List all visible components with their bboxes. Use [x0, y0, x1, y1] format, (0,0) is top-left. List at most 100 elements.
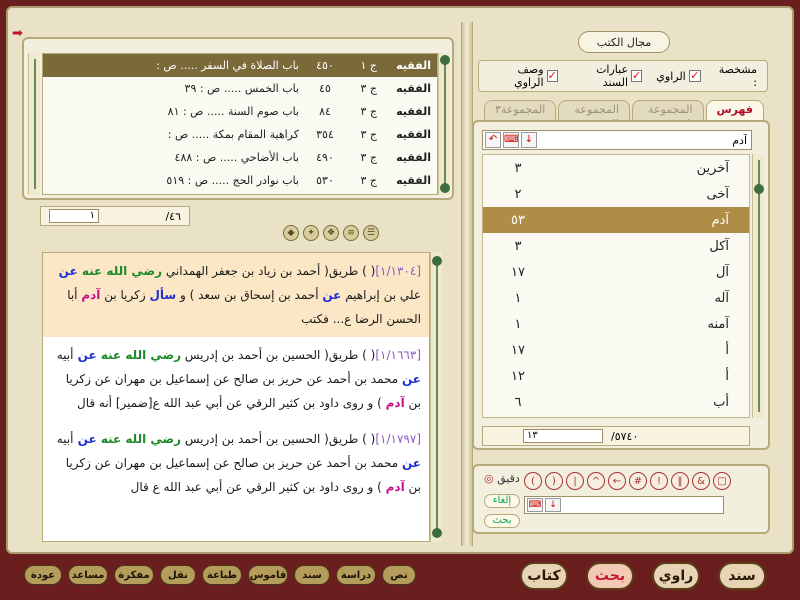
hadith-item[interactable]: [١/١٦٦٣]( ) طريق( الحسين بن أحمد بن إدري…	[43, 337, 429, 421]
transfer-button[interactable]: نقل	[160, 565, 196, 585]
list-item[interactable]: ٦ أب	[483, 389, 749, 415]
print-button[interactable]: طباعة	[202, 565, 242, 585]
list-item[interactable]: ٥٣ آدم	[483, 207, 749, 233]
operator-paren-close-icon[interactable]: )	[545, 472, 563, 490]
undo-icon[interactable]: ↶	[485, 132, 501, 148]
arrow-down-icon[interactable]: ↓	[521, 132, 537, 148]
operator-left-icon[interactable]: ←	[608, 472, 626, 490]
hadith-match[interactable]: آدم	[386, 480, 405, 494]
filter-chain-phrases[interactable]: ✓ عبارات السند	[572, 63, 643, 89]
filter-narrator-description[interactable]: ✓ وصف الراوي	[489, 63, 558, 89]
tab-index[interactable]: فهرس	[705, 100, 764, 122]
list-item[interactable]: ١ آله	[483, 285, 749, 311]
filter-label: مشخصة :	[718, 63, 758, 89]
checkbox-icon[interactable]: ✓	[546, 70, 558, 82]
cancel-button[interactable]: إلغاء	[484, 494, 520, 508]
hadith-ref[interactable]: [١/١٦٦٣]	[375, 348, 421, 362]
index-row[interactable]: الفقيه ج ٣ ٥٣٠ باب نوادر الحج ..... ص : …	[43, 169, 437, 192]
scroll-knob[interactable]	[754, 184, 764, 194]
operator-amp-icon[interactable]: &	[692, 472, 710, 490]
index-title: باب الصلاة في السفر ..... ص :	[156, 59, 299, 72]
hadith-match[interactable]: آدم	[81, 288, 100, 302]
copy-icon[interactable]: ❖	[323, 225, 339, 241]
operator-box-icon[interactable]: □	[713, 472, 731, 490]
index-table[interactable]: الفقيه ج ١ ٤٥٠ باب الصلاة في السفر .....…	[42, 53, 438, 195]
list-item[interactable]: ١ آمنه	[483, 311, 749, 337]
word-text: آمنه	[707, 316, 729, 332]
checkbox-icon[interactable]: ✓	[631, 70, 643, 82]
toggle-icon[interactable]: ◎	[484, 472, 494, 485]
index-page: ٥٣٠	[316, 174, 334, 187]
word-search-input[interactable]	[537, 132, 751, 148]
notes-button[interactable]: مفكرة	[114, 565, 154, 585]
operator-paren-open-icon[interactable]: (	[524, 472, 542, 490]
chain-button[interactable]: سند	[294, 565, 330, 585]
operator-bar-icon[interactable]: ‖	[671, 472, 689, 490]
operator-bang-icon[interactable]: !	[650, 472, 668, 490]
scroll-knob-top[interactable]	[432, 256, 442, 266]
hadith-keyword: عن	[73, 348, 101, 362]
search-button[interactable]: بحث	[484, 514, 520, 528]
hadith-item[interactable]: [١/١٣٠٤]( ) طريق( أحمد بن زياد بن جعفر ا…	[43, 253, 429, 337]
word-position-field[interactable]: ١٣	[523, 429, 603, 443]
book-mode-button[interactable]: كتاب	[520, 562, 568, 590]
arrow-down-icon[interactable]: ↓	[545, 498, 561, 512]
checkbox-icon[interactable]: ✓	[688, 70, 701, 82]
hadith-match[interactable]: آدم	[386, 396, 405, 410]
dictionary-button[interactable]: قاموس	[248, 565, 288, 585]
index-row[interactable]: الفقيه ج ٣ ٤٥ باب الخمس ..... ص : ٣٩	[43, 77, 437, 100]
tab-group-1[interactable]: المجموعة ١	[631, 100, 704, 129]
list-item[interactable]: ١٧ أ	[483, 337, 749, 363]
chain-mode-button[interactable]: سند	[718, 562, 766, 590]
bookmark-icon[interactable]: ◆	[283, 225, 299, 241]
index-page-field[interactable]: ١	[49, 209, 99, 223]
index-vol: ج ٣	[360, 174, 377, 187]
keyboard-icon[interactable]: ⌨	[527, 498, 543, 512]
back-button[interactable]: عودة	[24, 565, 62, 585]
hadith-text: أبيه	[56, 432, 74, 446]
filter-narrator[interactable]: ✓ الراوي	[656, 70, 701, 83]
list-item[interactable]: ٣ آكل	[483, 233, 749, 259]
operator-pipe-icon[interactable]: |	[566, 472, 584, 490]
hadith-ref[interactable]: [١/١٧٩٧]	[375, 432, 421, 446]
scroll-knob-bottom[interactable]	[432, 528, 442, 538]
hadith-keyword: عن	[58, 264, 82, 278]
scroll-knob-bottom[interactable]	[440, 183, 450, 193]
list-alt-icon[interactable]: ☰	[363, 225, 379, 241]
tab-group-2[interactable]: المجموعة ٢	[558, 100, 630, 129]
list-item[interactable]: ١٢ أ	[483, 363, 749, 389]
narrator-mode-button[interactable]: راوي	[652, 562, 700, 590]
hadith-scrollbar[interactable]	[430, 252, 442, 542]
word-scrollbar[interactable]	[752, 154, 764, 418]
operator-and-icon[interactable]: ^	[587, 472, 605, 490]
study-button[interactable]: دراسة	[336, 565, 376, 585]
list-item[interactable]: ٢ آخى	[483, 181, 749, 207]
index-cat: الفقيه	[396, 151, 431, 164]
hadith-ref[interactable]: [١/١٣٠٤]	[375, 264, 421, 278]
back-arrow-icon[interactable]: ➡	[12, 26, 23, 41]
index-scrollbar[interactable]	[438, 53, 450, 195]
scroll-rope	[758, 160, 760, 412]
scroll-knob-top[interactable]	[440, 55, 450, 65]
list-icon[interactable]: ≡	[343, 225, 359, 241]
precise-search-input[interactable]: ⌨ ↓	[524, 496, 724, 514]
word-count: ١٧	[511, 264, 525, 280]
index-row[interactable]: الفقيه ج ٣ ٨٤ باب صوم السنة ..... ص : ٨١	[43, 100, 437, 123]
list-item[interactable]: ١٧ آل	[483, 259, 749, 285]
help-button[interactable]: مساعد	[68, 565, 108, 585]
word-list[interactable]: ٣ آخرين ٢ آخى ٥٣ آدم ٣ آكل ١٧ آل ١ آله ١ آمنه ١…	[482, 154, 750, 418]
index-row[interactable]: الفقيه ج ٣ ٣٥٤ كراهية المقام بمكة ..... …	[43, 123, 437, 146]
books-scope-button[interactable]: مجال الكتب	[578, 31, 670, 53]
hadith-text-panel[interactable]: [١/١٣٠٤]( ) طريق( أحمد بن زياد بن جعفر ا…	[42, 252, 430, 542]
leaf-icon[interactable]: ✦	[303, 225, 319, 241]
index-row[interactable]: الفقيه ج ١ ٤٥٠ باب الصلاة في السفر .....…	[43, 54, 437, 77]
text-button[interactable]: نص	[382, 565, 416, 585]
tab-group-3[interactable]: المجموعة٣	[484, 100, 557, 122]
search-mode-button[interactable]: بحث	[586, 562, 634, 590]
index-row[interactable]: الفقيه ج ٣ ٤٩٠ باب الأضاحي ..... ص : ٤٨٨	[43, 146, 437, 169]
hadith-item[interactable]: [١/١٧٩٧]( ) طريق( الحسين بن أحمد بن إدري…	[43, 421, 429, 505]
index-cat: الفقيه	[396, 105, 431, 118]
operator-hash-icon[interactable]: #	[629, 472, 647, 490]
list-item[interactable]: ٣ آخرين	[483, 155, 749, 181]
keyboard-icon[interactable]: ⌨	[503, 132, 519, 148]
